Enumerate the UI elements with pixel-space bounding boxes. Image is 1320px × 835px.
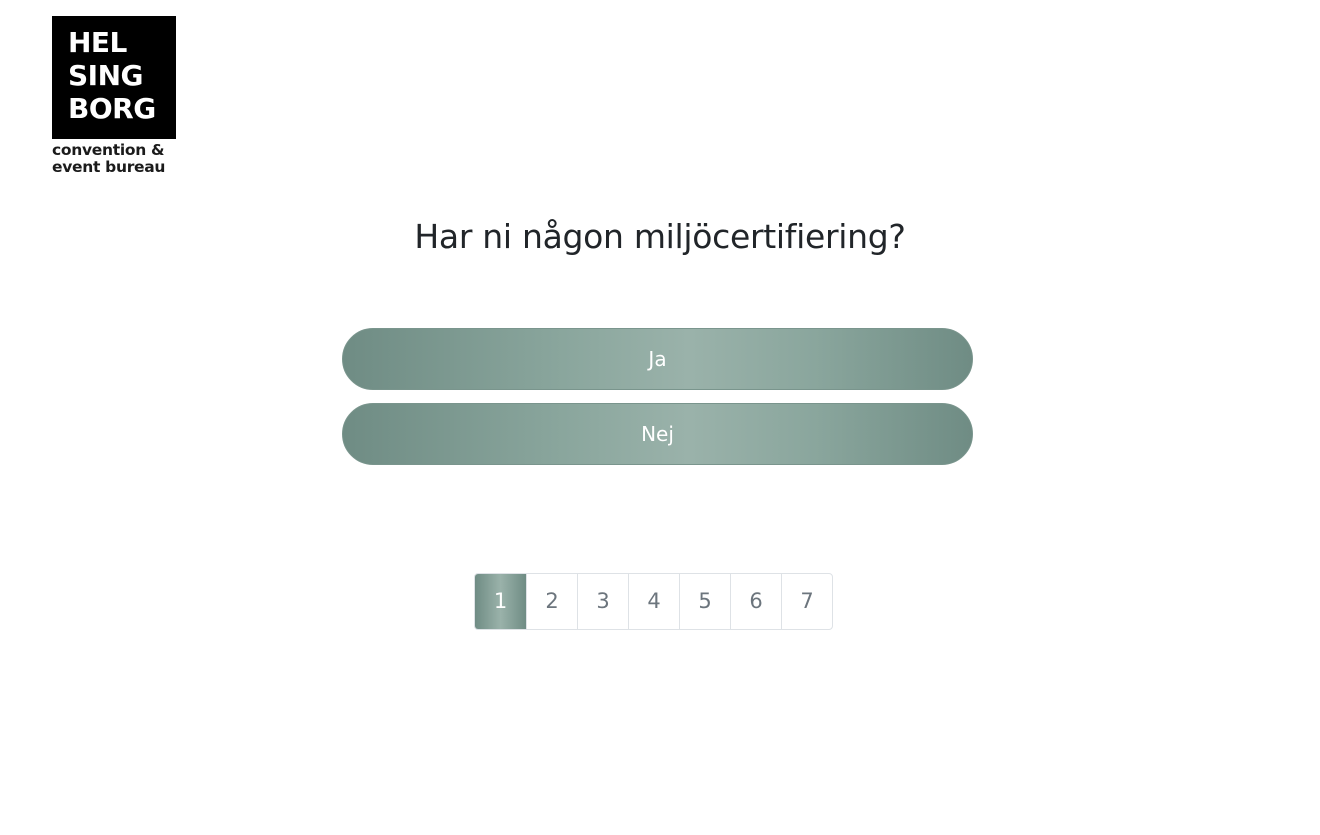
logo-block: HEL SING BORG: [52, 16, 176, 139]
page-link-3[interactable]: 3: [577, 574, 628, 629]
answer-no-button[interactable]: Nej: [342, 403, 973, 465]
helsingborg-logo: HEL SING BORG convention & event bureau: [52, 16, 176, 176]
page: HEL SING BORG convention & event bureau …: [0, 0, 1320, 835]
answer-options: Ja Nej: [342, 328, 973, 478]
page-link-2[interactable]: 2: [526, 574, 577, 629]
answer-yes-button[interactable]: Ja: [342, 328, 973, 390]
question-title: Har ni någon miljöcertifiering?: [414, 217, 906, 256]
logo-sub-line: event bureau: [52, 158, 166, 176]
page-link-5[interactable]: 5: [679, 574, 730, 629]
logo-subtitle: convention & event bureau: [52, 142, 176, 176]
logo-sub-line: convention &: [52, 141, 165, 159]
pagination: 1 2 3 4 5 6 7: [474, 573, 833, 630]
logo-line: HEL: [68, 26, 127, 59]
page-link-1[interactable]: 1: [475, 574, 526, 629]
logo-line: SING: [68, 59, 144, 92]
page-link-7[interactable]: 7: [781, 574, 832, 629]
page-link-6[interactable]: 6: [730, 574, 781, 629]
page-link-4[interactable]: 4: [628, 574, 679, 629]
logo-line: BORG: [68, 92, 156, 125]
